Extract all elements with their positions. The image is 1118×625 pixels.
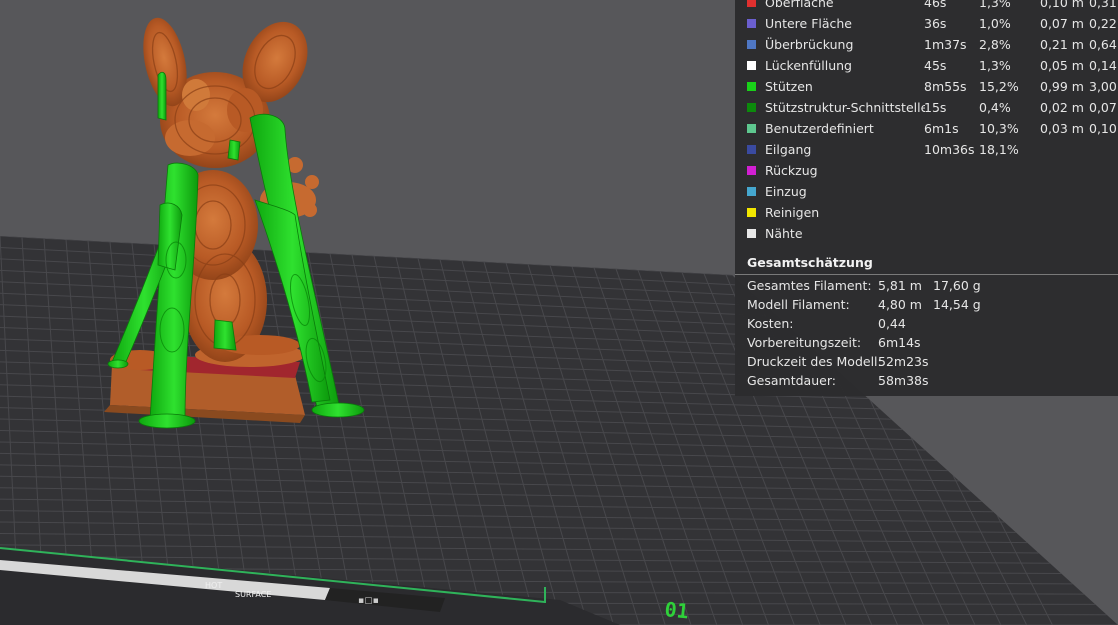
- feature-length: 0,21 m: [1040, 37, 1084, 52]
- feature-percent: 10,3%: [979, 121, 1019, 136]
- feature-weight: 0,64: [1089, 37, 1117, 52]
- feature-percent: 0,4%: [979, 100, 1011, 115]
- feature-name: Einzug: [765, 184, 807, 199]
- feature-length: 0,99 m: [1040, 79, 1084, 94]
- feature-weight: 0,22: [1089, 16, 1117, 31]
- summary-row: Gesamtdauer: 58m38s: [735, 371, 1118, 390]
- color-swatch: [747, 40, 756, 49]
- feature-weight: 0,10: [1089, 121, 1117, 136]
- color-swatch: [747, 103, 756, 112]
- feature-time: 10m36s: [924, 142, 975, 157]
- 3d-preview-viewport[interactable]: HOT SURFACE ▪▢▪ 01 Oberfläche 46s 1,3% 0…: [0, 0, 1118, 625]
- summary-label: Modell Filament:: [747, 297, 850, 312]
- feature-length: 0,03 m: [1040, 121, 1084, 136]
- legend-row[interactable]: Reinigen: [735, 202, 1118, 223]
- feature-name: Benutzerdefiniert: [765, 121, 874, 136]
- summary-value: 58m38s: [878, 373, 929, 388]
- legend-row[interactable]: Nähte: [735, 223, 1118, 244]
- summary-label: Gesamtdauer:: [747, 373, 836, 388]
- summary-value: 5,81 m: [878, 278, 922, 293]
- model-base: [104, 343, 305, 423]
- sliced-model-preview[interactable]: [104, 11, 365, 429]
- feature-name: Oberfläche: [765, 0, 834, 10]
- feature-name: Eilgang: [765, 142, 812, 157]
- feature-time: 46s: [924, 0, 947, 10]
- feature-time: 8m55s: [924, 79, 967, 94]
- legend-row[interactable]: Eilgang 10m36s 18,1%: [735, 139, 1118, 160]
- plate-number: 01: [663, 597, 689, 623]
- feature-name: Rückzug: [765, 163, 818, 178]
- feature-percent: 18,1%: [979, 142, 1019, 157]
- summary-row: Kosten: 0,44: [735, 314, 1118, 333]
- legend-row[interactable]: Benutzerdefiniert 6m1s 10,3% 0,03 m 0,10: [735, 118, 1118, 139]
- feature-weight: 0,07: [1089, 100, 1117, 115]
- color-swatch: [747, 229, 756, 238]
- feature-name: Reinigen: [765, 205, 820, 220]
- legend-row[interactable]: Oberfläche 46s 1,3% 0,10 m 0,31: [735, 0, 1118, 13]
- feature-percent: 1,3%: [979, 0, 1011, 10]
- legend-row[interactable]: Einzug: [735, 181, 1118, 202]
- color-swatch: [747, 0, 756, 7]
- feature-weight: 0,14: [1089, 58, 1117, 73]
- summary-title: Gesamtschätzung: [747, 255, 873, 270]
- summary-label: Druckzeit des Modell:: [747, 354, 882, 369]
- legend-row[interactable]: Rückzug: [735, 160, 1118, 181]
- feature-length: 0,10 m: [1040, 0, 1084, 10]
- color-swatch: [747, 61, 756, 70]
- feature-time: 1m37s: [924, 37, 967, 52]
- color-swatch: [747, 187, 756, 196]
- summary-label: Kosten:: [747, 316, 794, 331]
- summary-divider: [735, 274, 1118, 275]
- summary-value: 52m23s: [878, 354, 929, 369]
- svg-text:▪▢▪: ▪▢▪: [358, 596, 379, 606]
- summary-value: 4,80 m: [878, 297, 922, 312]
- summary-row: Vorbereitungszeit: 6m14s: [735, 333, 1118, 352]
- svg-text:HOT: HOT: [205, 581, 222, 590]
- legend-row[interactable]: Lückenfüllung 45s 1,3% 0,05 m 0,14: [735, 55, 1118, 76]
- feature-name: Stützen: [765, 79, 813, 94]
- feature-weight: 3,00: [1089, 79, 1117, 94]
- summary-label: Vorbereitungszeit:: [747, 335, 862, 350]
- feature-length: 0,02 m: [1040, 100, 1084, 115]
- feature-name: Untere Fläche: [765, 16, 852, 31]
- feature-percent: 1,3%: [979, 58, 1011, 73]
- summary-value: 6m14s: [878, 335, 921, 350]
- feature-percent: 2,8%: [979, 37, 1011, 52]
- summary-row: Gesamtes Filament: 5,81 m 17,60 g: [735, 276, 1118, 295]
- summary-label: Gesamtes Filament:: [747, 278, 872, 293]
- summary-row: Modell Filament: 4,80 m 14,54 g: [735, 295, 1118, 314]
- color-swatch: [747, 145, 756, 154]
- summary-value-secondary: 14,54 g: [933, 297, 981, 312]
- feature-time: 45s: [924, 58, 947, 73]
- feature-name: Lückenfüllung: [765, 58, 852, 73]
- summary-row: Druckzeit des Modell: 52m23s: [735, 352, 1118, 371]
- color-swatch: [747, 208, 756, 217]
- feature-length: 0,07 m: [1040, 16, 1084, 31]
- legend-row[interactable]: Stützstruktur-Schnittstelle 15s 0,4% 0,02 m…: [735, 97, 1118, 118]
- summary-value-secondary: 17,60 g: [933, 278, 981, 293]
- color-swatch: [747, 19, 756, 28]
- feature-time: 15s: [924, 100, 947, 115]
- feature-name: Stützstruktur-Schnittstelle: [765, 100, 925, 115]
- color-swatch: [747, 82, 756, 91]
- feature-percent: 1,0%: [979, 16, 1011, 31]
- feature-name: Nähte: [765, 226, 803, 241]
- slicing-statistics-panel: Oberfläche 46s 1,3% 0,10 m 0,31 Untere Fläche…: [735, 0, 1118, 396]
- feature-name: Überbrückung: [765, 37, 854, 52]
- feature-length: 0,05 m: [1040, 58, 1084, 73]
- legend-row[interactable]: Stützen 8m55s 15,2% 0,99 m 3,00: [735, 76, 1118, 97]
- feature-time: 36s: [924, 16, 947, 31]
- color-swatch: [747, 166, 756, 175]
- feature-time: 6m1s: [924, 121, 959, 136]
- feature-weight: 0,31: [1089, 0, 1117, 10]
- summary-value: 0,44: [878, 316, 906, 331]
- color-swatch: [747, 124, 756, 133]
- legend-row[interactable]: Überbrückung 1m37s 2,8% 0,21 m 0,64: [735, 34, 1118, 55]
- legend-row[interactable]: Untere Fläche 36s 1,0% 0,07 m 0,22: [735, 13, 1118, 34]
- svg-text:SURFACE: SURFACE: [235, 590, 271, 599]
- feature-percent: 15,2%: [979, 79, 1019, 94]
